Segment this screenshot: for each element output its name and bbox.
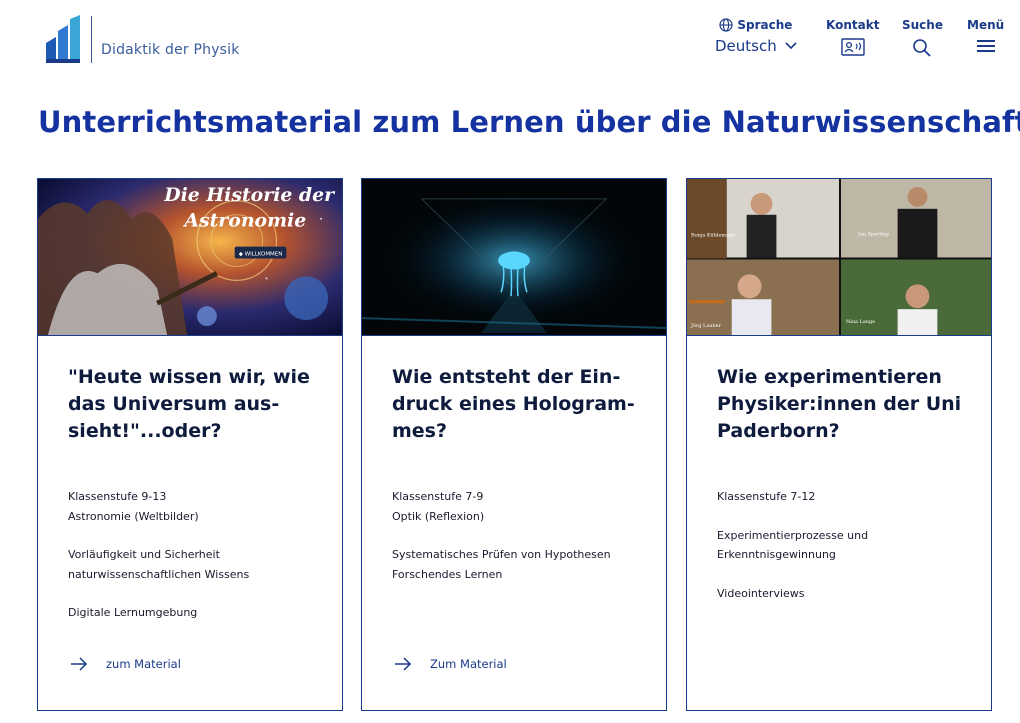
globe-icon [719,18,733,32]
contact-button[interactable]: Kontakt [826,18,879,56]
video-interviews-image: Ronja Kühlemann Jan Sperling Jörg Lauber… [687,179,991,336]
search-button[interactable]: Suche [902,18,943,58]
meta-line: naturwissenschaftlichen Wissens [68,567,250,581]
language-selector[interactable]: Sprache Deutsch [715,18,797,55]
material-link[interactable]: zum Material [70,657,181,671]
meta-line: Klassenstufe 7-9 [392,490,484,503]
video-name-1: Ronja Kühlemann [691,233,736,239]
hologram-image [362,179,666,336]
video-name-2: Jan Sperling [857,232,890,238]
search-icon [913,39,932,57]
image-caption-line1: Die Historie der [163,184,336,206]
meta-line: Systematisches Prüfen von Hypothesen [392,548,611,561]
arrow-right-icon [395,657,412,671]
contact-label: Kontakt [826,18,880,32]
card-meta: Klassenstufe 9-13 Astronomie (Weltbilder… [68,487,312,623]
card-title[interactable]: Wie experimentieren Physiker:innen der U… [717,364,965,445]
material-link-label: zum Material [106,657,181,671]
material-card-hologram[interactable]: Wie entsteht der Ein-druck eines Hologra… [361,178,667,711]
meta-line: Forschendes Lernen [392,567,503,581]
material-card-astronomy[interactable]: Die Historie der Astronomie ◆ WILLKOMMEN… [37,178,343,711]
meta-line: Erkenntnisgewinnung [717,548,836,561]
meta-line: Klassenstufe 9-13 [68,490,167,503]
material-link[interactable]: Zum Material [394,657,507,671]
video-name-4: Nina Lange [846,319,875,325]
meta-line: Digitale Lernumgebung [68,606,198,619]
hamburger-icon [976,40,995,52]
page-title: Unterrichtsmaterial zum Lernen über die … [38,105,1020,139]
meta-line: Vorläufigkeit und Sicherheit [68,548,220,561]
card-title[interactable]: "Heute wissen wir, wie das Universum aus… [68,364,316,445]
site-name[interactable]: Didaktik der Physik [101,42,240,58]
logo-divider [91,16,92,63]
meta-line: Experimentierprozesse und [717,528,869,542]
university-logo[interactable] [44,15,96,65]
contact-card-icon [841,38,865,56]
card-meta: Klassenstufe 7-12 Experimentierprozesse … [717,487,961,603]
material-card-experiments[interactable]: Ronja Kühlemann Jan Sperling Jörg Lauber… [686,178,992,711]
language-value: Deutsch [715,37,777,55]
language-label: Sprache [737,18,793,32]
chevron-down-icon [785,42,797,50]
astronomy-image: Die Historie der Astronomie ◆ WILLKOMMEN [38,179,342,336]
menu-label: Menü [967,18,1005,32]
arrow-right-icon [71,657,88,671]
material-link-label: Zum Material [430,657,507,671]
image-caption-line2: Astronomie [182,210,306,232]
search-label: Suche [902,18,943,32]
card-title[interactable]: Wie entsteht der Ein-druck eines Hologra… [392,364,640,445]
meta-line: Videointerviews [717,586,805,600]
image-badge: ◆ WILLKOMMEN [239,252,283,258]
card-meta: Klassenstufe 7-9 Optik (Reflexion) Syste… [392,487,636,584]
meta-line: Klassenstufe 7-12 [717,490,816,503]
meta-line: Optik (Reflexion) [392,509,485,523]
meta-line: Astronomie (Weltbilder) [68,509,199,523]
menu-button[interactable]: Menü [967,18,1004,54]
video-name-3: Jörg Lauber [690,323,722,329]
